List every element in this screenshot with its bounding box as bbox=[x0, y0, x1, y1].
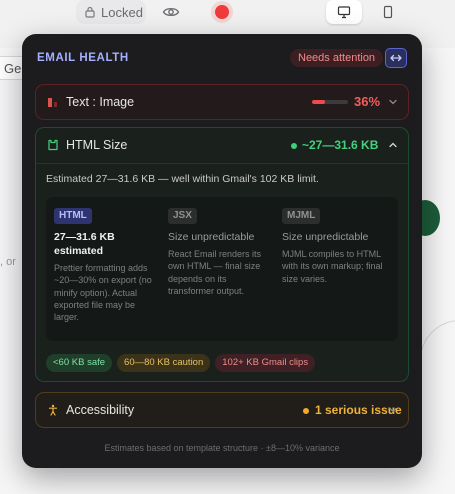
legend-caution: 60—80 KB caution bbox=[117, 354, 211, 372]
text-image-value: 36% bbox=[354, 94, 381, 109]
html-size-header[interactable]: HTML Size ~27—31.6 KB bbox=[36, 128, 408, 162]
format-card-description: MJML compiles to HTML with its own marku… bbox=[282, 249, 383, 284]
format-card-title: Size unpredictable bbox=[168, 231, 255, 243]
email-health-panel: EMAIL HEALTH Needs attention Text : Imag… bbox=[22, 34, 422, 468]
format-card-mjml: MJML Size unpredictable MJML compiles to… bbox=[282, 205, 388, 285]
accessibility-label: Accessibility bbox=[66, 403, 135, 417]
text-image-section[interactable]: Text : Image 36% bbox=[35, 84, 409, 120]
status-badge: Needs attention bbox=[290, 49, 384, 67]
legend-safe: <60 KB safe bbox=[46, 354, 113, 372]
warning-dot bbox=[303, 408, 309, 414]
export-format-cards: HTML 27—31.6 KB estimated Prettier forma… bbox=[46, 197, 398, 341]
format-card-description: Prettier formatting adds ~20—30% on expo… bbox=[54, 263, 152, 323]
accessibility-icon bbox=[48, 404, 58, 416]
text-image-header[interactable]: Text : Image 36% bbox=[36, 85, 408, 119]
chevron-down-icon bbox=[389, 99, 397, 105]
format-tag-mjml: MJML bbox=[282, 208, 321, 224]
monitor-icon bbox=[337, 6, 351, 19]
format-card-jsx: JSX Size unpredictable React Email rende… bbox=[168, 205, 274, 297]
section-divider bbox=[36, 163, 408, 164]
html-size-label: HTML Size bbox=[66, 138, 128, 152]
device-switcher bbox=[326, 0, 406, 24]
editor-toolbar: Locked bbox=[0, 0, 455, 26]
lock-icon bbox=[85, 6, 95, 18]
legend-gmail-clips: 102+ KB Gmail clips bbox=[215, 354, 316, 372]
desktop-view-button[interactable] bbox=[326, 0, 362, 24]
html-size-summary: Estimated 27—31.6 KB — well within Gmail… bbox=[46, 173, 319, 185]
text-image-ratio-bar bbox=[312, 100, 348, 104]
panel-header: EMAIL HEALTH Needs attention bbox=[22, 34, 422, 82]
format-card-title: Size unpredictable bbox=[282, 231, 369, 243]
panel-footer: Estimates based on template structure · … bbox=[104, 443, 340, 453]
format-tag-html: HTML bbox=[54, 208, 92, 224]
format-card-description: React Email renders its own HTML — final… bbox=[168, 249, 262, 296]
phone-icon bbox=[383, 5, 393, 19]
success-dot bbox=[291, 143, 297, 149]
bar-chart-icon bbox=[48, 98, 57, 107]
record-indicator[interactable] bbox=[215, 5, 229, 19]
accessibility-header[interactable]: Accessibility 1 serious issue bbox=[36, 393, 408, 427]
mobile-view-button[interactable] bbox=[370, 0, 406, 24]
size-legend: <60 KB safe 60—80 KB caution 102+ KB Gma… bbox=[46, 354, 316, 372]
chevron-down-icon bbox=[389, 407, 397, 413]
html-size-section: HTML Size ~27—31.6 KB Estimated 27—31.6 … bbox=[35, 127, 409, 382]
text-image-label: Text : Image bbox=[66, 95, 135, 109]
chevron-up-icon bbox=[389, 142, 397, 148]
format-card-html: HTML 27—31.6 KB estimated Prettier forma… bbox=[54, 205, 160, 323]
eye-icon[interactable] bbox=[162, 4, 180, 20]
locked-label: Locked bbox=[101, 4, 143, 20]
file-size-icon bbox=[48, 139, 58, 151]
background-text: , or bbox=[0, 256, 16, 268]
expand-button[interactable] bbox=[385, 48, 407, 68]
text-image-ratio-fill bbox=[312, 100, 325, 104]
accessibility-section[interactable]: Accessibility 1 serious issue bbox=[35, 392, 409, 428]
html-size-value: ~27—31.6 KB bbox=[302, 138, 379, 152]
arrows-horizontal-icon bbox=[390, 54, 402, 62]
format-card-title: 27—31.6 KB estimated bbox=[54, 231, 115, 257]
locked-toggle[interactable]: Locked bbox=[76, 0, 146, 24]
format-tag-jsx: JSX bbox=[168, 208, 197, 224]
panel-title: EMAIL HEALTH bbox=[37, 52, 129, 64]
